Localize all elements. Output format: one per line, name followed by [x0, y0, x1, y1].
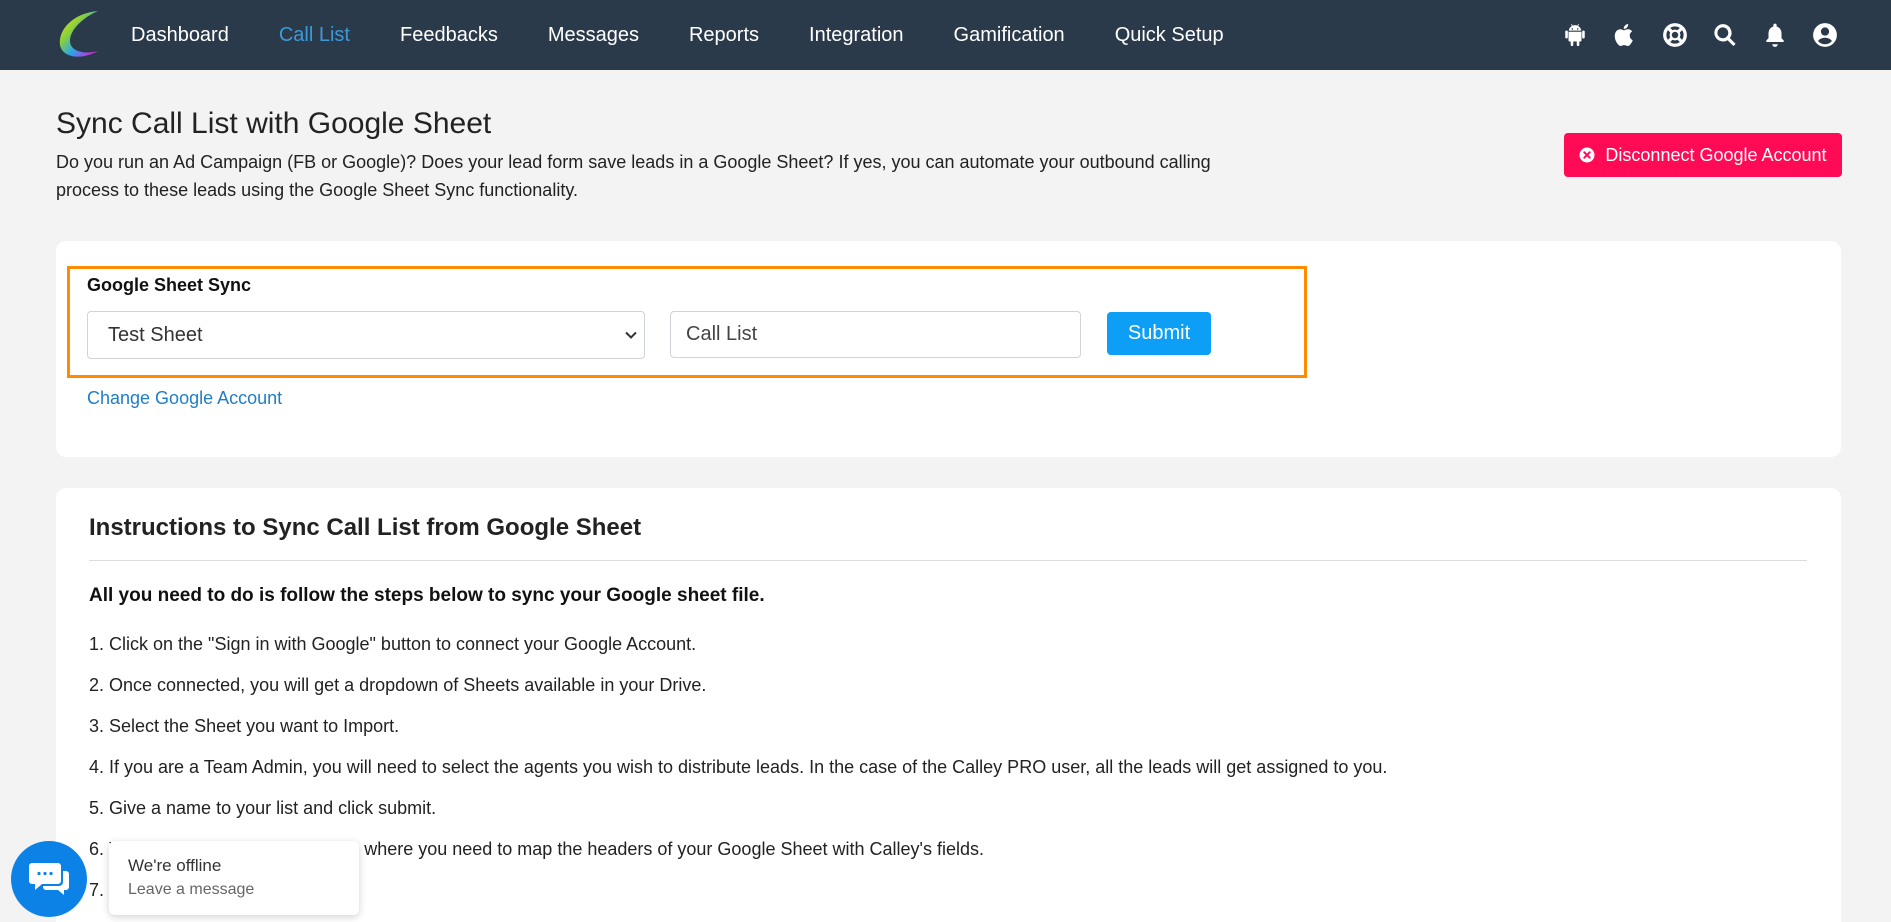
apple-icon[interactable] [1612, 22, 1638, 48]
chat-offline-subtitle: Leave a message [128, 881, 255, 898]
bell-icon[interactable] [1762, 22, 1788, 48]
instructions-lead: All you need to do is follow the steps b… [89, 585, 765, 606]
instructions-title: Instructions to Sync Call List from Goog… [89, 514, 642, 541]
chat-offline-title: We're offline [128, 856, 222, 875]
instruction-step: 1. Click on the "Sign in with Google" bu… [89, 634, 697, 654]
android-icon[interactable] [1562, 22, 1588, 48]
change-google-account-link[interactable]: Change Google Account [87, 388, 282, 409]
chat-bubble[interactable] [11, 841, 87, 917]
sync-label: Google Sheet Sync [87, 275, 252, 295]
disconnect-label: Disconnect Google Account [1605, 144, 1827, 165]
calley-logo[interactable] [54, 7, 108, 61]
divider [89, 560, 1807, 561]
sheet-select-value: Test Sheet [108, 323, 203, 346]
nav-item-call-list[interactable]: Call List [254, 24, 375, 47]
instruction-step: 5. Give a name to your list and click su… [89, 798, 437, 818]
navbar-icons [1562, 0, 1838, 70]
main-menu: Dashboard Call List Feedbacks Messages Repor… [106, 0, 1249, 70]
chevron-down-icon [625, 331, 637, 339]
submit-button[interactable]: Submit [1107, 312, 1211, 355]
page-description: Do you run an Ad Campaign (FB or Google)… [56, 152, 1211, 200]
sheet-select[interactable]: Test Sheet [87, 311, 645, 359]
nav-item-reports[interactable]: Reports [664, 24, 784, 47]
user-icon[interactable] [1812, 22, 1838, 48]
chat-icon [29, 863, 69, 895]
nav-item-dashboard[interactable]: Dashboard [106, 24, 254, 47]
nav-item-integration[interactable]: Integration [784, 24, 929, 47]
chat-offline-card[interactable]: We're offline Leave a message [109, 841, 359, 915]
list-name-input[interactable] [670, 311, 1081, 358]
instruction-step: 4. If you are a Team Admin, you will nee… [89, 757, 1388, 777]
search-icon[interactable] [1712, 22, 1738, 48]
nav-item-messages[interactable]: Messages [523, 24, 664, 47]
page-title: Sync Call List with Google Sheet [56, 107, 492, 140]
support-icon[interactable] [1662, 22, 1688, 48]
nav-item-gamification[interactable]: Gamification [929, 24, 1090, 47]
close-circle-icon [1579, 147, 1595, 163]
disconnect-google-account-button[interactable]: Disconnect Google Account [1564, 133, 1842, 177]
instruction-step: 2. Once connected, you will get a dropdo… [89, 675, 707, 695]
instruction-step: 3. Select the Sheet you want to Import. [89, 716, 400, 736]
nav-item-feedbacks[interactable]: Feedbacks [375, 24, 523, 47]
top-navbar: Dashboard Call List Feedbacks Messages Repor… [0, 0, 1891, 70]
nav-item-quick-setup[interactable]: Quick Setup [1090, 24, 1249, 47]
